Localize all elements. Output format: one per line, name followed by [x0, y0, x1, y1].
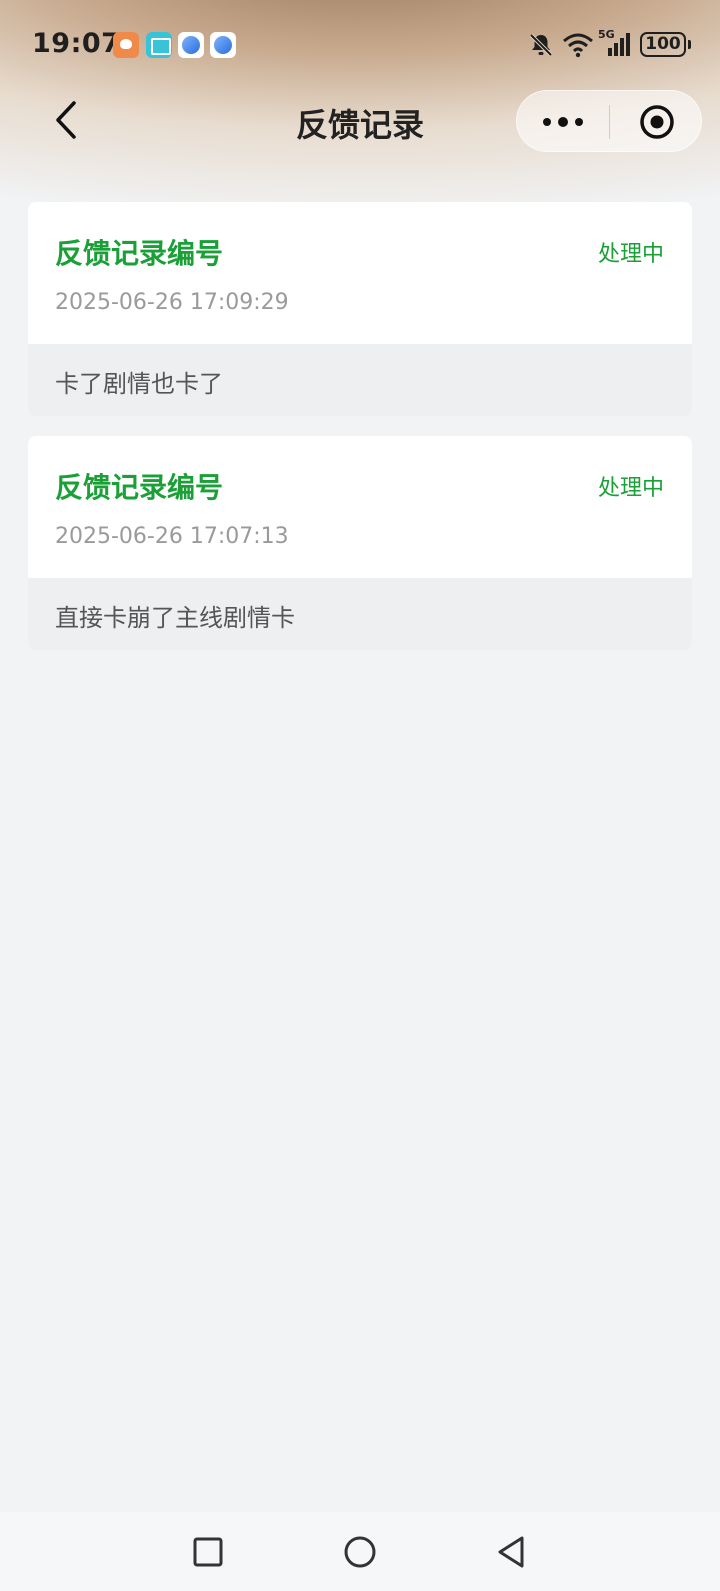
wifi-icon: [563, 33, 593, 58]
feedback-record-list: 反馈记录编号 处理中 2025-06-26 17:09:29 卡了剧情也卡了 反…: [28, 202, 692, 670]
browser-app-icon: [178, 32, 204, 58]
status-badge: 处理中: [597, 476, 664, 501]
bell-off-icon: [529, 33, 553, 57]
more-button[interactable]: [517, 91, 609, 153]
circle-icon: [344, 1536, 376, 1568]
battery-icon: 100: [640, 32, 691, 57]
status-bar: 19:07 5G 100: [0, 0, 720, 90]
triangle-back-icon: [498, 1536, 524, 1568]
navigation-bar: 反馈记录: [0, 90, 720, 152]
more-dots-icon: [543, 117, 583, 127]
recent-apps-button[interactable]: [190, 1534, 226, 1570]
close-miniprogram-button[interactable]: [610, 91, 703, 153]
feedback-record-card[interactable]: 反馈记录编号 处理中 2025-06-26 17:09:29 卡了剧情也卡了: [28, 202, 692, 416]
browser-app-icon-2: [210, 32, 236, 58]
record-title: 反馈记录编号: [55, 237, 224, 270]
status-time: 19:07: [32, 28, 121, 59]
record-content-area: 卡了剧情也卡了: [28, 344, 692, 416]
system-back-button[interactable]: [494, 1534, 530, 1570]
record-content: 直接卡崩了主线剧情卡: [55, 604, 295, 632]
feedback-record-card[interactable]: 反馈记录编号 处理中 2025-06-26 17:07:13 直接卡崩了主线剧情…: [28, 436, 692, 650]
record-title: 反馈记录编号: [55, 471, 224, 504]
signal-icon: 5G: [598, 28, 634, 58]
square-icon: [193, 1537, 223, 1567]
record-content: 卡了剧情也卡了: [55, 370, 223, 398]
record-timestamp: 2025-06-26 17:09:29: [55, 290, 289, 315]
battery-level: 100: [645, 34, 681, 54]
status-badge: 处理中: [597, 242, 664, 267]
target-circle-icon: [639, 105, 674, 139]
miniprogram-capsule: [516, 90, 702, 152]
home-button[interactable]: [342, 1534, 378, 1570]
record-timestamp: 2025-06-26 17:07:13: [55, 524, 289, 549]
app-notification-icon: [113, 32, 139, 58]
record-content-area: 直接卡崩了主线剧情卡: [28, 578, 692, 650]
record-header: 反馈记录编号 处理中 2025-06-26 17:09:29: [28, 202, 692, 344]
record-header: 反馈记录编号 处理中 2025-06-26 17:07:13: [28, 436, 692, 578]
book-app-icon: [146, 32, 172, 58]
system-navigation-bar: [0, 1512, 720, 1591]
